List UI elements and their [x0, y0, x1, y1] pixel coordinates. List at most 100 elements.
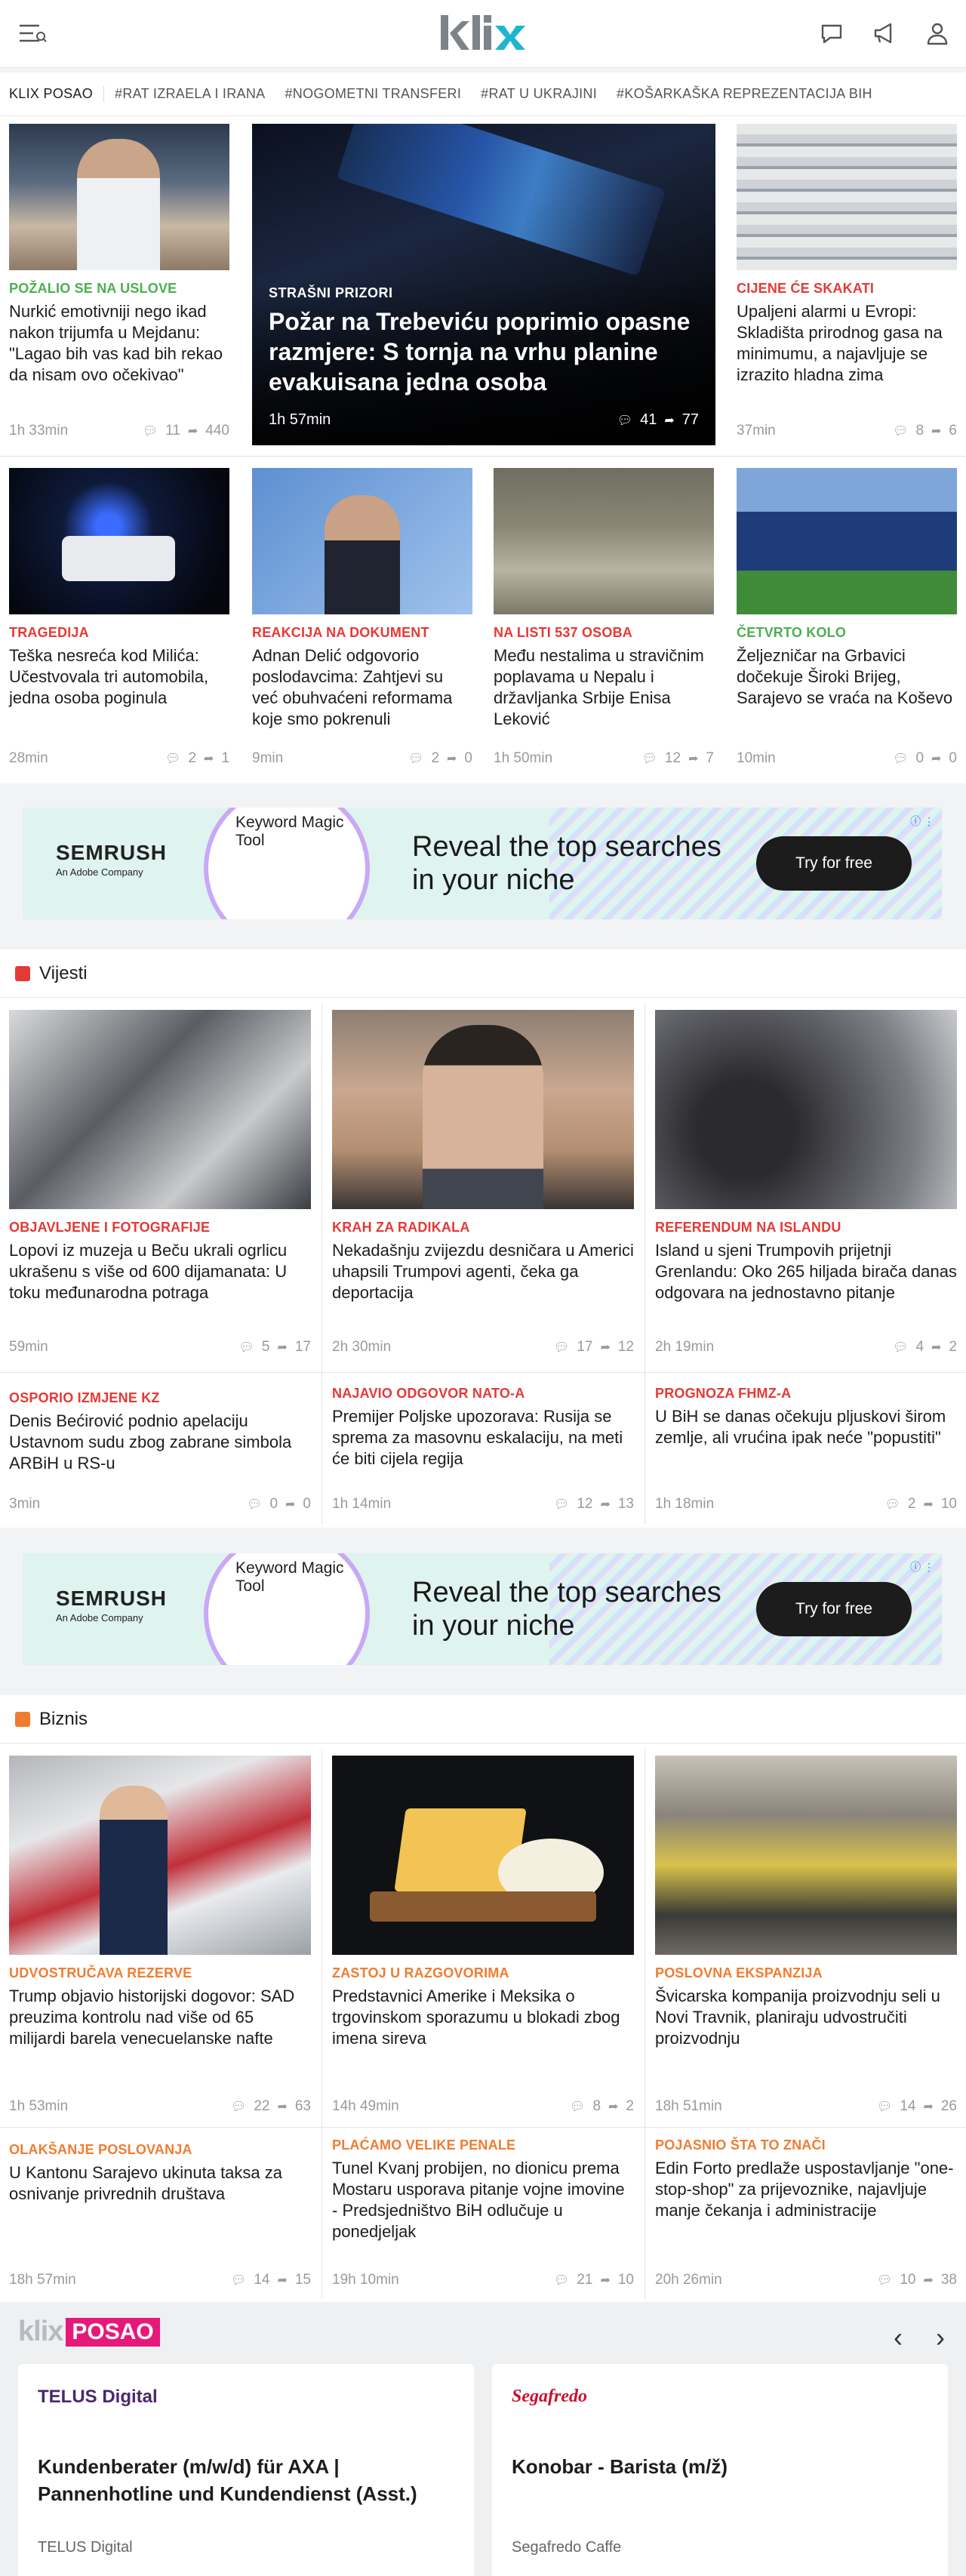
ad-cta-button[interactable]: Try for free: [756, 1582, 912, 1636]
share-count: 10: [617, 2272, 634, 2288]
share-count: 6: [949, 423, 957, 439]
advertisement-banner[interactable]: SEMRUSH An Adobe Company Keyword Magic To…: [23, 808, 942, 919]
share-count: 0: [949, 750, 957, 766]
chat-icon[interactable]: [818, 20, 845, 47]
news-card[interactable]: TRAGEDIJA Teška nesreća kod Milića: Učes…: [9, 468, 229, 776]
row-divider: [0, 456, 966, 457]
comment-count: 21: [577, 2272, 593, 2288]
menu-icon[interactable]: [17, 20, 47, 47]
card-title[interactable]: Lopovi iz muzeja u Beču ukrali ogrlicu u…: [9, 1240, 311, 1303]
news-card[interactable]: OSPORIO IZMJENE KZ Denis Bećirović podni…: [9, 1383, 311, 1522]
news-card[interactable]: REFERENDUM NA ISLANDU Island u sjeni Tru…: [655, 1010, 957, 1365]
news-card[interactable]: POŽALIO SE NA USLOVE Nurkić emotivniji n…: [9, 124, 229, 448]
article-image: [332, 1756, 634, 1955]
card-category: UDVOSTRUČAVA REZERVE: [9, 1965, 192, 1980]
comment-count: 8: [592, 2098, 601, 2114]
news-card[interactable]: ČETVRTO KOLO Željezničar na Grbavici doč…: [737, 468, 957, 776]
card-title[interactable]: Edin Forto predlaže uspostavljanje "one-…: [655, 2158, 957, 2221]
news-card[interactable]: ZASTOJ U RAZGOVORIMA Predstavnici Amerik…: [332, 1756, 634, 2124]
ad-cta-button[interactable]: Try for free: [756, 836, 912, 891]
card-title[interactable]: U Kantonu Sarajevo ukinuta taksa za osni…: [9, 2162, 311, 2205]
ad-brand: SEMRUSH An Adobe Company: [56, 841, 168, 878]
article-image: [9, 468, 229, 614]
share-icon: ➦: [600, 1341, 611, 1354]
news-card[interactable]: REAKCIJA NA DOKUMENT Adnan Delić odgovor…: [252, 468, 472, 776]
card-title[interactable]: Švicarska kompanija proizvodnju seli u N…: [655, 1986, 957, 2049]
comment-count: 14: [900, 2098, 916, 2114]
card-title[interactable]: Među nestalima u stravičnim poplavama u …: [494, 645, 714, 730]
share-icon: ➦: [608, 2101, 619, 2113]
job-card[interactable]: TELUS Digital Kundenberater (m/w/d) für …: [18, 2364, 474, 2576]
news-card[interactable]: CIJENE ĆE SKAKATI Upaljeni alarmi u Evro…: [737, 124, 957, 448]
card-category: NA LISTI 537 OSOBA: [494, 625, 632, 640]
news-card[interactable]: UDVOSTRUČAVA REZERVE Trump objavio histo…: [9, 1756, 311, 2124]
card-title[interactable]: Predstavnici Amerike i Meksika o trgovin…: [332, 1986, 634, 2049]
klix-logo[interactable]: [436, 11, 530, 57]
hero-time: 1h 57min: [269, 411, 331, 428]
card-title[interactable]: Trump objavio historijski dogovor: SAD p…: [9, 1986, 311, 2049]
chevron-left-icon[interactable]: ‹: [894, 2322, 903, 2353]
chevron-right-icon[interactable]: ›: [936, 2322, 945, 2353]
news-card[interactable]: POJASNIO ŠTA TO ZNAČI Edin Forto predlaž…: [655, 2133, 957, 2297]
article-image: [494, 468, 714, 614]
news-card[interactable]: PROGNOZA FHMZ-A U BiH se danas očekuju p…: [655, 1383, 957, 1522]
card-category: POJASNIO ŠTA TO ZNAČI: [655, 2137, 826, 2153]
card-category: CIJENE ĆE SKAKATI: [737, 281, 875, 296]
news-card[interactable]: OBJAVLJENE I FOTOGRAFIJE Lopovi iz muzej…: [9, 1010, 311, 1365]
job-card[interactable]: Segafredo Konobar - Barista (m/ž) Segafr…: [492, 2364, 948, 2576]
article-image: [737, 124, 957, 270]
card-title[interactable]: Nurkić emotivniji nego ikad nakon trijum…: [9, 301, 229, 386]
card-time: 59min: [9, 1339, 48, 1355]
klix-posao-logo[interactable]: klix POSAO: [18, 2316, 160, 2348]
megaphone-icon[interactable]: [871, 20, 898, 47]
card-title[interactable]: Denis Bećirović podnio apelaciju Ustavno…: [9, 1411, 311, 1474]
card-time: 2h 30min: [332, 1339, 392, 1355]
article-image: [655, 1756, 957, 1955]
company-logo: TELUS Digital: [38, 2387, 158, 2407]
news-card[interactable]: PLAĆAMO VELIKE PENALE Tunel Kvanj probij…: [332, 2133, 634, 2297]
user-icon[interactable]: [924, 20, 951, 47]
hero-title[interactable]: Požar na Trebeviću poprimio opasne razmj…: [269, 306, 691, 397]
news-card[interactable]: POSLOVNA EKSPANZIJA Švicarska kompanija …: [655, 1756, 957, 2124]
card-title[interactable]: Premijer Poljske upozorava: Rusija se sp…: [332, 1406, 634, 1470]
section-header-vijesti[interactable]: Vijesti: [0, 949, 966, 998]
card-title[interactable]: U BiH se danas očekuju pljuskovi širom z…: [655, 1406, 957, 1448]
card-category: NAJAVIO ODGOVOR NATO-A: [332, 1386, 525, 1401]
share-icon: ➦: [923, 1498, 934, 1511]
advertisement-banner[interactable]: SEMRUSH An Adobe Company Keyword Magic To…: [23, 1553, 942, 1665]
card-time: 1h 18min: [655, 1496, 715, 1512]
news-card[interactable]: OLAKŠANJE POSLOVANJA U Kantonu Sarajevo …: [9, 2133, 311, 2297]
tag-rat-izraela[interactable]: #RAT IZRAELA I IRANA: [115, 86, 285, 102]
share-icon: ➦: [664, 414, 675, 427]
share-icon: ➦: [688, 752, 699, 765]
share-icon: ➦: [600, 2274, 611, 2287]
news-card[interactable]: NA LISTI 537 OSOBA Među nestalima u stra…: [494, 468, 714, 776]
tag-klix-posao[interactable]: KLIX POSAO: [0, 86, 105, 102]
card-time: 3min: [9, 1496, 41, 1512]
ad-headline: Reveal the top searches in your niche: [412, 831, 721, 896]
comment-count: 14: [254, 2272, 270, 2288]
card-title[interactable]: Željezničar na Grbavici dočekuje Široki …: [737, 645, 957, 709]
card-title[interactable]: Island u sjeni Trumpovih prijetnji Grenl…: [655, 1240, 957, 1303]
share-count: 0: [303, 1496, 311, 1512]
share-icon: ➦: [923, 2101, 934, 2113]
comment-icon: 💬︎: [570, 2101, 586, 2113]
tag-kosarkaska-reprezentacija[interactable]: #KOŠARKAŠKA REPREZENTACIJA BIH: [617, 86, 892, 102]
card-title[interactable]: Tunel Kvanj probijen, no dionicu prema M…: [332, 2158, 634, 2242]
trending-tags-bar: KLIX POSAO #RAT IZRAELA I IRANA #NOGOMET…: [0, 72, 966, 116]
comment-icon: 💬︎: [893, 752, 909, 765]
card-title[interactable]: Nekadašnju zvijezdu desničara u Americi …: [332, 1240, 634, 1303]
news-card[interactable]: KRAH ZA RADIKALA Nekadašnju zvijezdu des…: [332, 1010, 634, 1365]
tag-nogometni-transferi[interactable]: #NOGOMETNI TRANSFERI: [285, 86, 481, 102]
news-card[interactable]: NAJAVIO ODGOVOR NATO-A Premijer Poljske …: [332, 1383, 634, 1522]
job-title[interactable]: Kundenberater (m/w/d) für AXA | Pannenho…: [38, 2453, 445, 2507]
hero-article[interactable]: STRAŠNI PRIZORI Požar na Trebeviću popri…: [252, 124, 715, 445]
card-title[interactable]: Teška nesreća kod Milića: Učestvovala tr…: [9, 645, 229, 709]
card-title[interactable]: Upaljeni alarmi u Evropi: Skladišta prir…: [737, 301, 957, 386]
adchoices-icon[interactable]: ⓘ ⋮: [910, 814, 934, 829]
job-title[interactable]: Konobar - Barista (m/ž): [512, 2453, 919, 2480]
section-header-biznis[interactable]: Biznis: [0, 1695, 966, 1743]
adchoices-icon[interactable]: ⓘ ⋮: [910, 1559, 934, 1574]
card-title[interactable]: Adnan Delić odgovorio poslodavcima: Zaht…: [252, 645, 472, 730]
tag-rat-ukrajini[interactable]: #RAT U UKRAJINI: [481, 86, 617, 102]
